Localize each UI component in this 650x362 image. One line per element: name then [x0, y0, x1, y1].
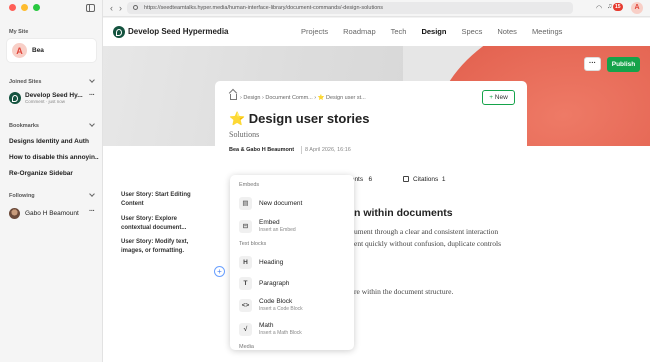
- following-label: Following: [9, 193, 35, 199]
- nav-arrows: ‹ ›: [110, 3, 122, 13]
- menu-item-title: New document: [259, 199, 303, 207]
- menu-item-title: Code Block: [259, 298, 293, 305]
- chevron-down-icon[interactable]: [89, 121, 95, 127]
- citations-label: Citations: [413, 176, 439, 183]
- paragraph-icon: T: [239, 276, 252, 290]
- forward-icon[interactable]: ›: [119, 3, 122, 13]
- menu-item-tech[interactable]: Tech: [391, 27, 407, 36]
- toggle-sidebar-icon[interactable]: [86, 4, 95, 12]
- paragraph-line: re within the document structure.: [354, 287, 454, 296]
- code-icon: <>: [239, 298, 252, 312]
- menu-item-title: Embed: [259, 219, 280, 226]
- menu-item-desc: Insert a Code Block: [259, 306, 303, 312]
- bookmarks-label: Bookmarks: [9, 123, 39, 129]
- menu-item-design[interactable]: Design: [421, 27, 446, 36]
- account-avatar[interactable]: A: [631, 2, 643, 14]
- section-heading: n within documents: [354, 207, 453, 219]
- tab-citations[interactable]: Citations 1: [403, 176, 446, 183]
- menu-item-paragraph[interactable]: T Paragraph: [239, 274, 349, 292]
- paragraph-line: ument through a clear and consistent int…: [354, 227, 499, 236]
- menu-item-specs[interactable]: Specs: [461, 27, 482, 36]
- menu-item-title: Paragraph: [259, 279, 290, 287]
- seed-logo-icon: [9, 92, 21, 104]
- math-icon: √: [239, 322, 252, 336]
- rss-icon[interactable]: ◠: [596, 4, 602, 12]
- menu-item-desc: Insert an Embed: [259, 227, 296, 233]
- breadcrumb[interactable]: › Design › Document Comm... › ⭐ Design u…: [240, 95, 366, 101]
- menu-item-meetings[interactable]: Meetings: [532, 27, 562, 36]
- heading-icon: H: [239, 255, 252, 269]
- maximize-window-icon[interactable]: [33, 4, 40, 11]
- document-date: 8 April 2026, 16:16: [305, 147, 351, 153]
- document-icon: ▤: [239, 196, 252, 210]
- joined-site-subtitle: Comment · just now: [25, 99, 66, 104]
- avatar: [9, 208, 20, 219]
- menu-item-projects[interactable]: Projects: [301, 27, 328, 36]
- paragraph: ument through a clear and consistent int…: [354, 226, 501, 250]
- window-controls: [9, 4, 40, 11]
- back-icon[interactable]: ‹: [110, 3, 113, 13]
- following-name: Gabo H Beamount: [25, 210, 79, 217]
- page-subtitle: Solutions: [229, 130, 260, 139]
- home-icon[interactable]: [230, 94, 237, 100]
- menu-item-desc: Insert a Math Block: [259, 330, 302, 336]
- menu-item-roadmap[interactable]: Roadmap: [343, 27, 376, 36]
- embed-icon: ⊟: [239, 219, 252, 233]
- url-field[interactable]: https://seedteamtalks.hyper.media/human-…: [127, 2, 573, 14]
- browser-bar: ‹ › https://seedteamtalks.hyper.media/hu…: [103, 0, 650, 17]
- add-block-icon[interactable]: +: [214, 266, 225, 277]
- menu-item-embed[interactable]: ⊟ Embed Insert an Embed: [239, 217, 349, 235]
- menu-item-math[interactable]: √ Math Insert a Math Block: [239, 320, 349, 338]
- new-button[interactable]: + New: [482, 90, 515, 105]
- chevron-down-icon[interactable]: [89, 191, 95, 197]
- toc-item[interactable]: User Story: Modify text, images, or form…: [121, 238, 206, 255]
- citations-count: 1: [441, 176, 446, 183]
- search-icon: [133, 5, 138, 10]
- menu-item-new-document[interactable]: ▤ New document: [239, 194, 349, 212]
- menu-item-heading[interactable]: H Heading: [239, 253, 349, 271]
- paragraph-line: ent quickly without confusion, duplicate…: [354, 239, 502, 248]
- my-site-card[interactable]: A Bea: [7, 39, 96, 62]
- group-label-text-blocks: Text blocks: [239, 241, 267, 247]
- bookmark-item[interactable]: Re-Organize Sidebar: [9, 170, 99, 177]
- my-site-label: My Site: [9, 29, 29, 35]
- seed-logo-icon[interactable]: [113, 26, 125, 38]
- bell-icon[interactable]: ♫: [607, 3, 612, 10]
- site-avatar: A: [12, 43, 27, 58]
- toc-item[interactable]: User Story: Start Editing Content: [121, 191, 206, 208]
- slash-command-menu: Embeds ▤ New document ⊟ Embed Insert an …: [230, 175, 354, 350]
- following-more-icon[interactable]: ···: [89, 208, 95, 215]
- menu-item-code-block[interactable]: <> Code Block Insert a Code Block: [239, 296, 349, 314]
- joined-site-more-icon[interactable]: ···: [89, 92, 95, 99]
- following-item[interactable]: Gabo H Beamount: [9, 208, 79, 219]
- publish-button[interactable]: Publish: [607, 57, 640, 72]
- bookmark-item[interactable]: How to disable this annoyin...: [9, 154, 99, 161]
- chevron-down-icon[interactable]: [89, 77, 95, 83]
- authors[interactable]: Bea & Gabo H Beaumont: [229, 147, 294, 153]
- minimize-window-icon[interactable]: [21, 4, 28, 11]
- group-label-media: Media: [239, 344, 254, 350]
- sidebar: My Site A Bea Joined Sites Develop Seed …: [0, 0, 103, 362]
- site-header: Develop Seed Hypermedia Projects Roadmap…: [103, 18, 650, 46]
- group-label-embeds: Embeds: [239, 182, 260, 188]
- menu-item-title: Heading: [259, 258, 284, 266]
- toc-item[interactable]: User Story: Explore contextual document.…: [121, 215, 206, 232]
- joined-site-item[interactable]: Develop Seed Hy... Comment · just now: [9, 92, 97, 104]
- joined-sites-label: Joined Sites: [9, 79, 42, 85]
- close-window-icon[interactable]: [9, 4, 16, 11]
- menu-item-title: Math: [259, 322, 274, 329]
- more-button[interactable]: ···: [584, 57, 601, 71]
- citation-icon: [403, 176, 409, 182]
- site-menu: Projects Roadmap Tech Design Specs Notes…: [301, 27, 577, 36]
- menu-item-notes[interactable]: Notes: [497, 27, 517, 36]
- new-button-label: New: [494, 94, 508, 101]
- divider: [301, 146, 302, 154]
- notification-badge[interactable]: 15: [613, 3, 623, 11]
- my-site-name: Bea: [32, 47, 44, 54]
- page-title: ⭐ Design user stories: [229, 111, 370, 126]
- site-title[interactable]: Develop Seed Hypermedia: [128, 27, 228, 36]
- comments-count: 6: [368, 176, 373, 183]
- bookmark-item[interactable]: Designs Identity and Auth: [9, 138, 99, 145]
- joined-site-title: Develop Seed Hy...: [25, 92, 83, 99]
